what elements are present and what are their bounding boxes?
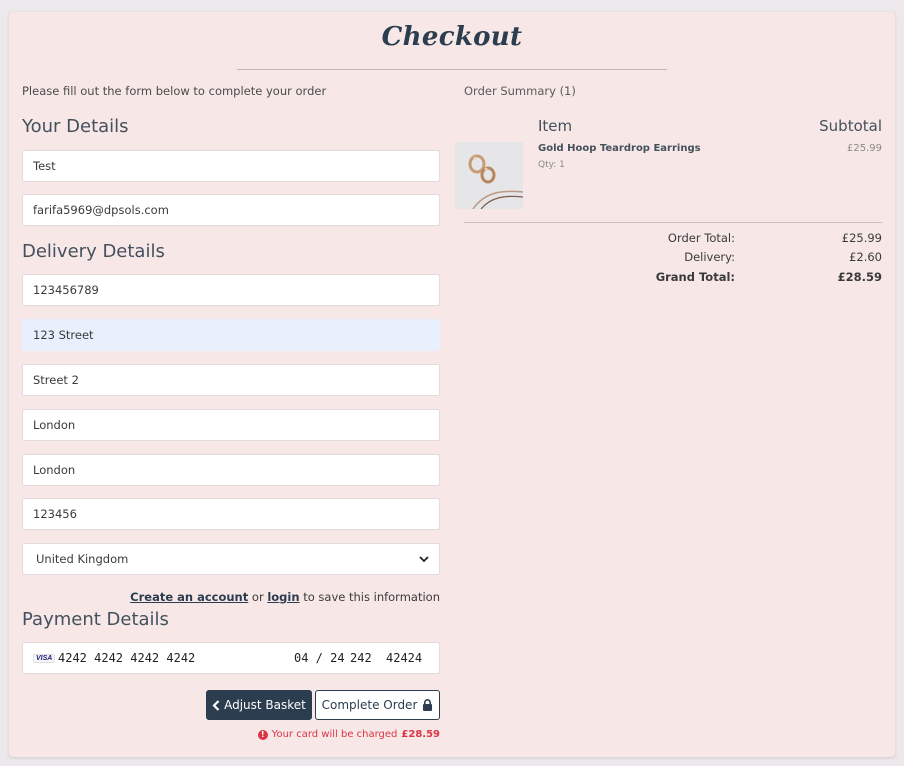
lock-icon (422, 699, 433, 711)
login-link[interactable]: login (267, 590, 299, 604)
country-selected-value: United Kingdom (36, 552, 129, 566)
product-name[interactable]: Gold Hoop Teardrop Earrings (538, 143, 701, 154)
form-intro: Please fill out the form below to comple… (22, 84, 327, 98)
save-info-note: Create an account or login to save this … (130, 590, 440, 604)
order-total-label: Order Total: (667, 231, 735, 245)
grand-total-label: Grand Total: (655, 270, 735, 284)
town-city-field[interactable] (22, 409, 440, 441)
chevron-down-icon (419, 554, 429, 567)
chevron-left-icon (212, 699, 220, 711)
charge-text: Your card will be charged (271, 729, 398, 740)
adjust-basket-button[interactable]: Adjust Basket (206, 690, 312, 720)
item-column-header: Item (538, 117, 573, 135)
complete-order-button[interactable]: Complete Order (315, 690, 440, 720)
alert-circle-icon: ! (257, 729, 268, 740)
product-qty: Qty: 1 (538, 160, 565, 170)
adjust-basket-label: Adjust Basket (224, 698, 306, 712)
postcode-field[interactable] (22, 498, 440, 530)
order-total-value: £25.99 (841, 231, 882, 245)
charge-warning: ! Your card will be charged £28.59 (257, 729, 440, 740)
title-divider (237, 69, 667, 70)
county-field[interactable] (22, 454, 440, 486)
phone-number-field[interactable] (22, 274, 440, 306)
full-name-field[interactable] (22, 150, 440, 182)
create-account-link[interactable]: Create an account (130, 590, 248, 604)
complete-order-label: Complete Order (321, 698, 418, 712)
email-field[interactable] (22, 194, 440, 226)
delivery-value: £2.60 (849, 250, 882, 264)
product-price: £25.99 (847, 143, 882, 154)
delivery-details-heading: Delivery Details (22, 241, 165, 262)
street-address1-field[interactable] (22, 319, 440, 351)
page-title: Checkout (381, 22, 523, 52)
your-details-heading: Your Details (22, 116, 129, 137)
grand-total-value: £28.59 (837, 270, 882, 284)
summary-divider (464, 222, 882, 223)
card-zip-input[interactable]: 42424 (386, 651, 422, 665)
country-select[interactable]: United Kingdom (22, 543, 440, 575)
street-address2-field[interactable] (22, 364, 440, 396)
charge-amount: £28.59 (401, 729, 440, 740)
subtotal-column-header: Subtotal (819, 117, 882, 135)
card-number-input[interactable]: 4242 4242 4242 4242 (58, 651, 195, 665)
card-expiry-input[interactable]: 04 / 24 (294, 651, 345, 665)
product-thumbnail[interactable] (455, 142, 523, 209)
card-cvc-input[interactable]: 242 (350, 651, 372, 665)
save-info-suffix: to save this information (303, 590, 440, 604)
order-summary-title: Order Summary (1) (464, 84, 576, 98)
delivery-label: Delivery: (684, 250, 735, 264)
visa-icon: VISA (33, 654, 56, 663)
or-text: or (251, 590, 264, 604)
payment-details-heading: Payment Details (22, 609, 169, 630)
card-element[interactable]: VISA 4242 4242 4242 4242 04 / 24 242 424… (22, 642, 440, 674)
